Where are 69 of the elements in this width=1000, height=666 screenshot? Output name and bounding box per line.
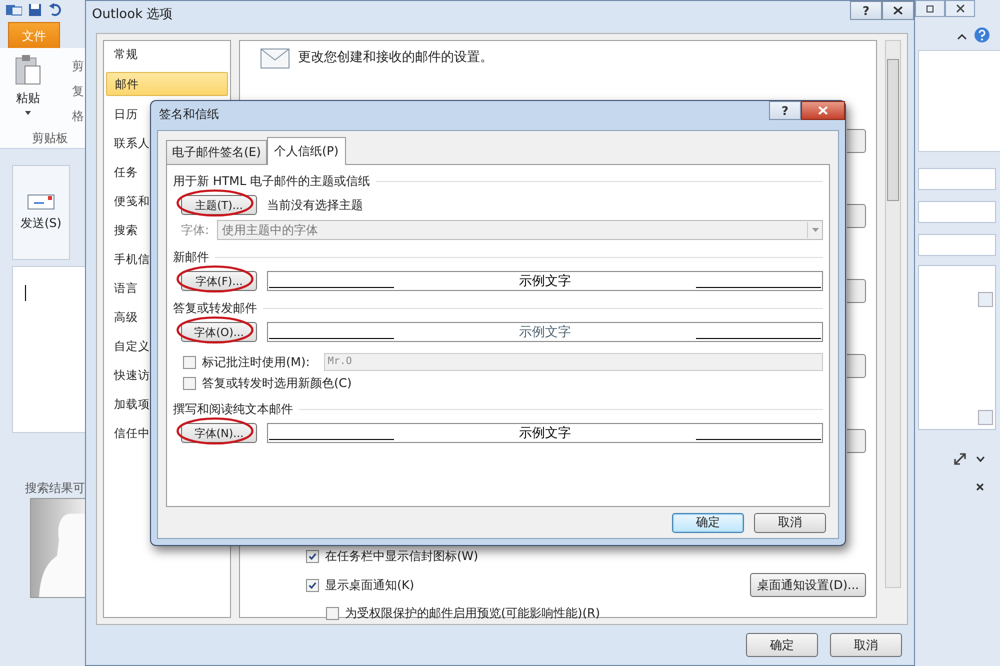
dialog-button[interactable]: 取消: [754, 512, 826, 532]
address-field[interactable]: [918, 168, 996, 190]
nav-item[interactable]: 常规: [106, 43, 228, 65]
checkbox-label: 答复或转发时选用新颜色(C): [202, 375, 352, 392]
send-button[interactable]: 发送(S): [12, 165, 70, 260]
close-icon: [818, 106, 828, 115]
font-preview: 示例文字: [267, 271, 823, 291]
clipboard-item[interactable]: 剪: [72, 58, 84, 75]
outlook-icon[interactable]: [6, 3, 22, 17]
close-icon: [956, 4, 964, 13]
chevron-icon[interactable]: [976, 456, 985, 462]
dialog-button[interactable]: 确定: [672, 512, 744, 532]
notification-settings-button[interactable]: 桌面通知设置(D)...: [750, 573, 866, 597]
expand-icon[interactable]: [954, 453, 966, 465]
font-preview: 示例文字: [267, 322, 823, 342]
checkbox[interactable]: [306, 578, 319, 592]
dialog-title: 签名和信纸: [159, 106, 219, 123]
dialog-tab[interactable]: 电子邮件签名(E): [166, 140, 267, 164]
dropdown-arrow-icon: [812, 228, 818, 232]
settings-button[interactable]: [847, 204, 866, 228]
dialog-button[interactable]: 确定: [746, 633, 818, 657]
envelope-icon: [26, 193, 56, 211]
close-button[interactable]: [801, 101, 845, 120]
subject-field[interactable]: [918, 234, 996, 256]
restore-icon: [926, 4, 934, 12]
settings-button[interactable]: [847, 429, 866, 453]
dialog-tab[interactable]: 个人信纸(P): [266, 137, 346, 165]
close-button[interactable]: [882, 1, 914, 20]
theme-status: 当前没有选择主题: [267, 196, 363, 214]
close-icon[interactable]: [976, 483, 984, 491]
checkbox[interactable]: [183, 356, 196, 368]
help-button[interactable]: ?: [769, 101, 801, 120]
dialog-button[interactable]: 取消: [830, 633, 902, 657]
help-icon[interactable]: [974, 27, 990, 43]
group-heading: 答复或转发邮件: [173, 300, 257, 317]
checkbox-label: 在任务栏中显示信封图标(W): [325, 548, 478, 565]
clipboard-item[interactable]: 格: [72, 108, 84, 125]
checkbox-label: 标记批注时使用(M):: [202, 354, 310, 370]
checkbox-label: 显示桌面通知(K): [325, 576, 414, 594]
checkbox[interactable]: [326, 607, 339, 620]
field-label: 字体:: [181, 222, 210, 238]
paste-icon[interactable]: [14, 54, 42, 86]
group-heading: 撰写和阅读纯文本邮件: [173, 401, 293, 418]
group-label: 剪贴板: [32, 130, 68, 147]
paste-label[interactable]: 粘贴: [16, 90, 40, 107]
group-heading: 新邮件: [173, 249, 209, 266]
group-heading: 用于新 HTML 电子邮件的主题或信纸: [173, 173, 370, 190]
checkbox[interactable]: [183, 377, 196, 390]
section-description: 更改您创建和接收的邮件的设置。: [298, 49, 493, 66]
help-button[interactable]: ?: [850, 1, 882, 20]
settings-button[interactable]: [847, 354, 866, 378]
collapse-ribbon-icon[interactable]: [957, 33, 967, 40]
save-icon[interactable]: [28, 3, 42, 17]
restore-button[interactable]: [915, 0, 945, 17]
nav-item[interactable]: 邮件: [106, 72, 228, 96]
window-title: Outlook 选项: [92, 6, 173, 23]
clipboard-item[interactable]: 复: [72, 83, 84, 100]
search-hint: 搜索结果可: [25, 480, 85, 497]
close-icon: [893, 6, 903, 15]
checkbox[interactable]: [306, 550, 319, 563]
undo-icon[interactable]: [48, 3, 62, 17]
caret-icon[interactable]: [25, 111, 31, 115]
close-button[interactable]: [945, 0, 975, 17]
settings-button[interactable]: [847, 129, 866, 153]
font-preview: 示例文字: [267, 423, 823, 443]
address-field[interactable]: [918, 201, 996, 223]
settings-button[interactable]: [847, 279, 866, 303]
checkbox-label: 为受权限保护的邮件启用预览(可能影响性能)(R): [345, 605, 600, 622]
scrollbar[interactable]: [885, 40, 901, 588]
